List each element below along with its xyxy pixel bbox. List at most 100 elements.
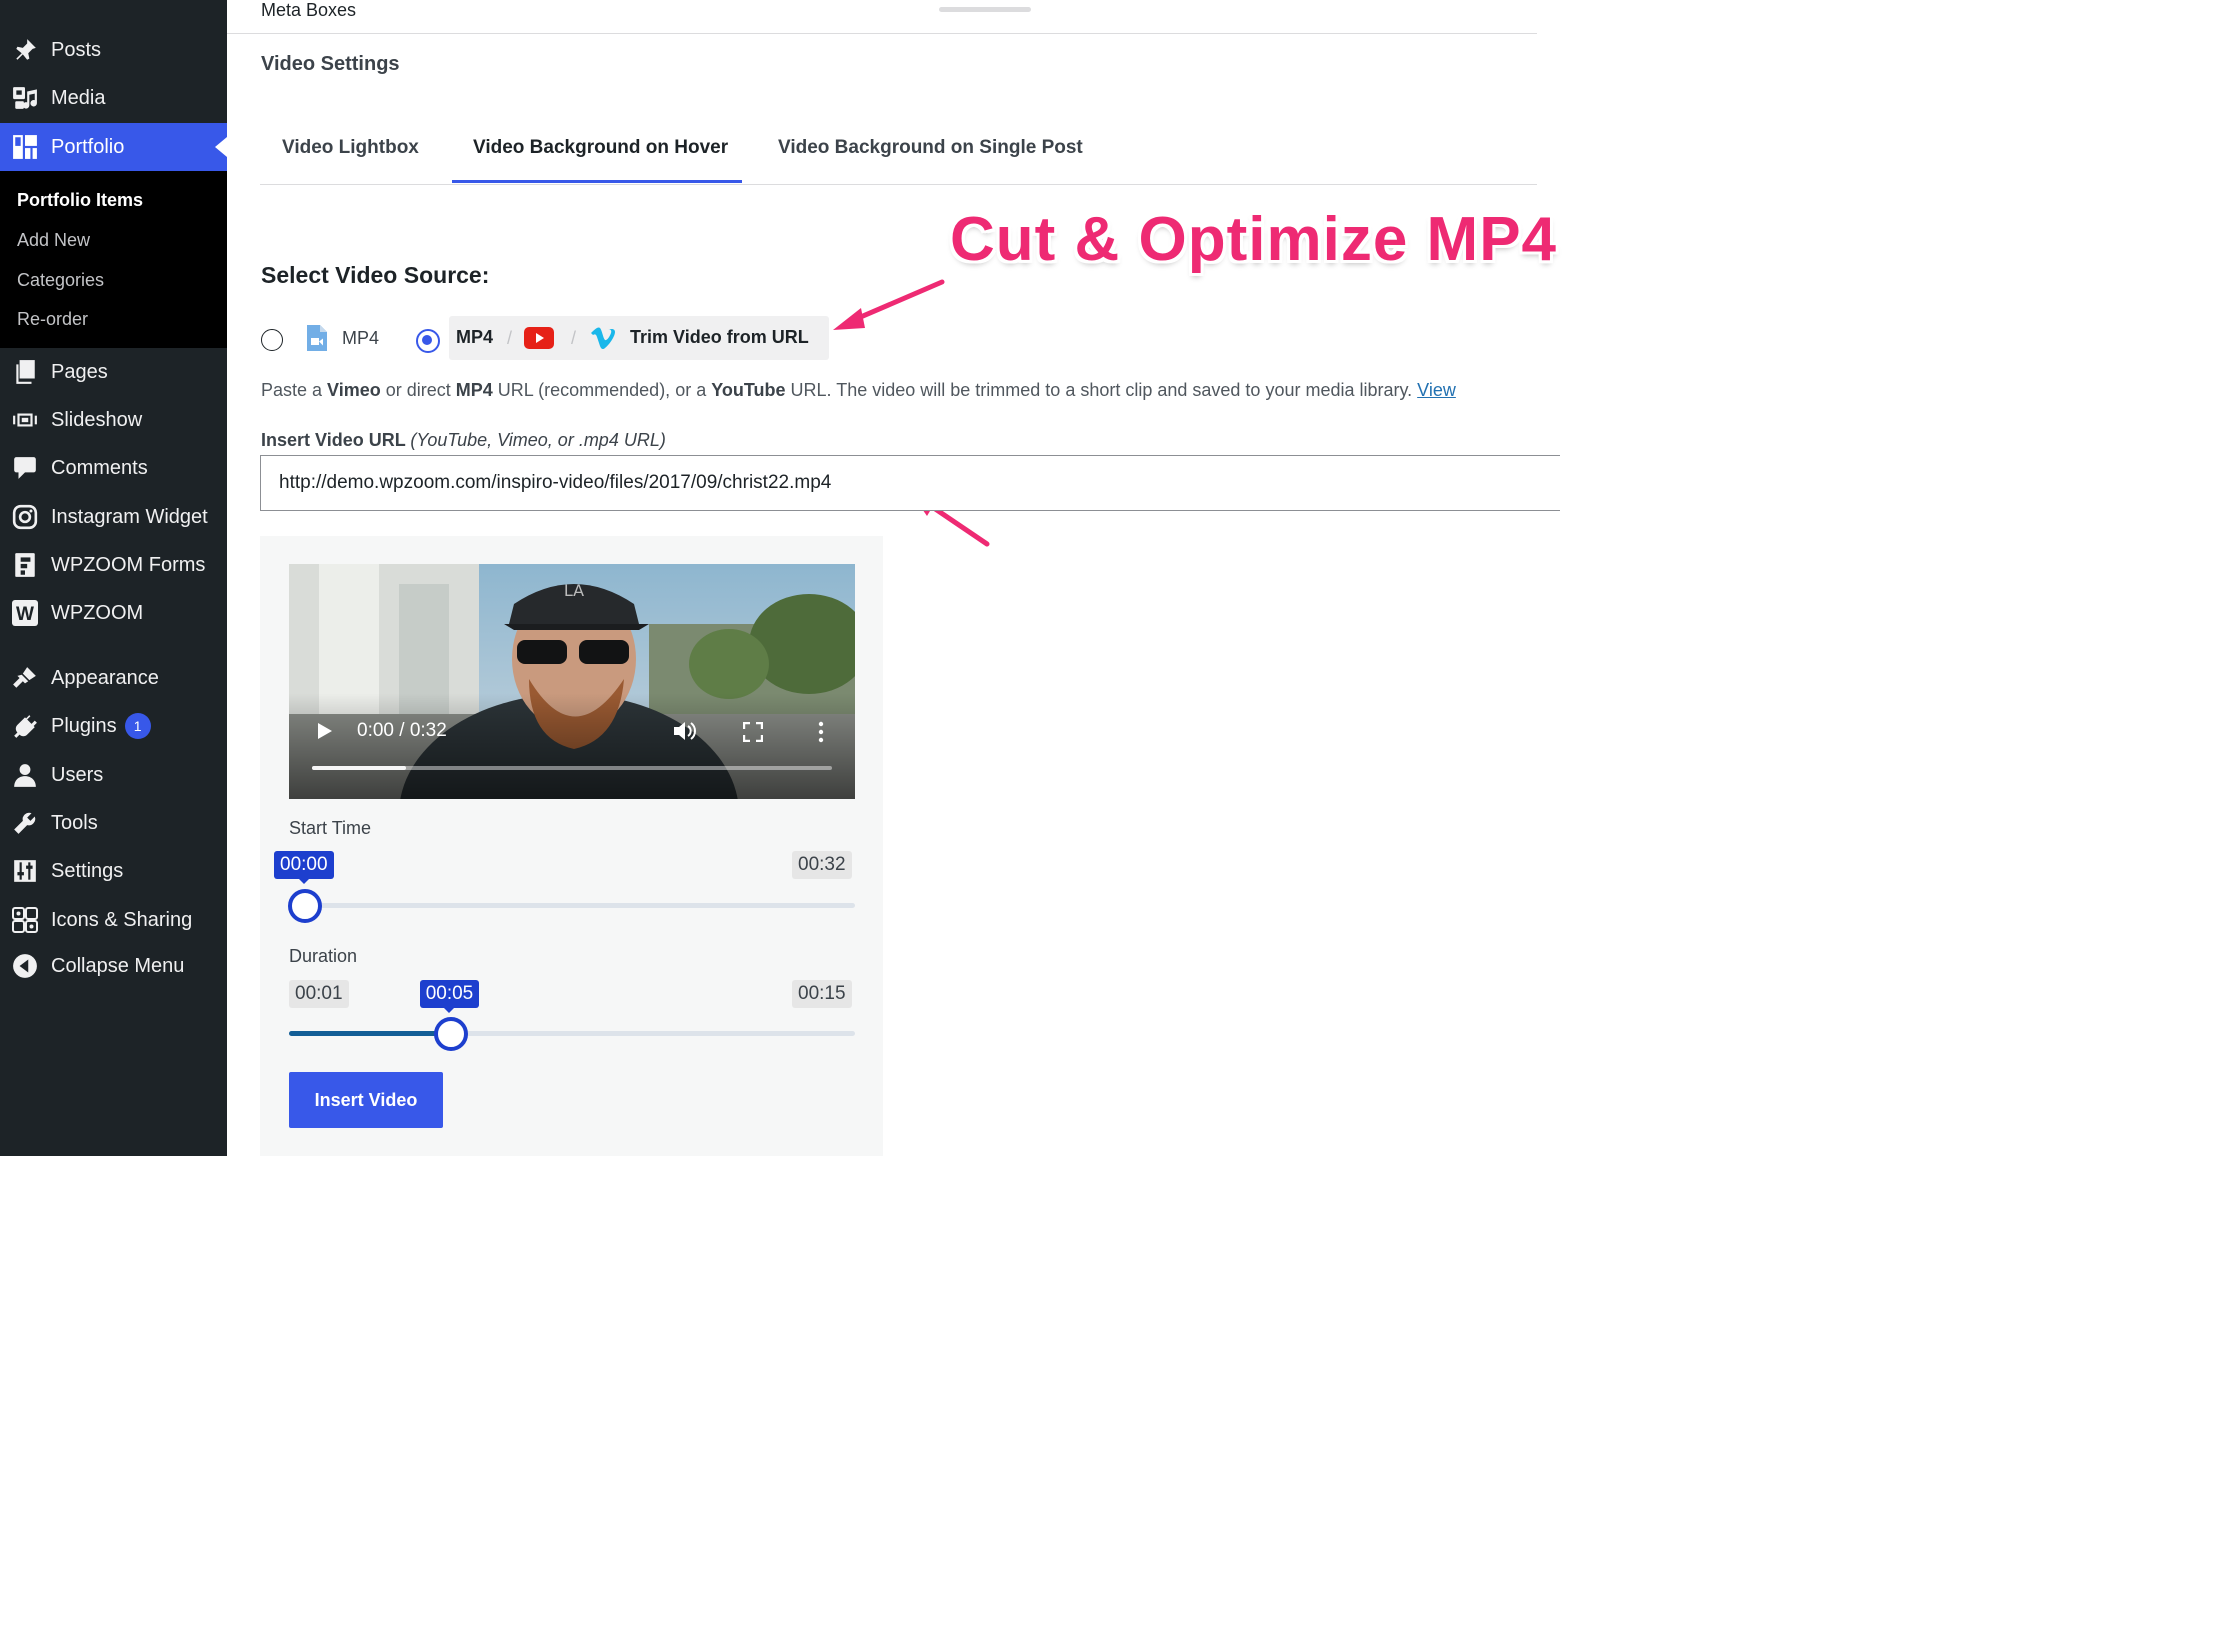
- menu-settings[interactable]: Settings: [0, 847, 227, 895]
- menu-label: Pages: [51, 360, 108, 383]
- source-heading: Select Video Source:: [261, 262, 490, 288]
- brush-icon: [12, 665, 38, 691]
- menu-label: Settings: [51, 859, 124, 882]
- menu-tools[interactable]: Tools: [0, 799, 227, 847]
- section-title: Video Settings: [261, 53, 400, 75]
- menu-label: WPZOOM: [51, 601, 144, 624]
- youtube-icon: [524, 327, 554, 349]
- help-text-vimeo: Vimeo: [327, 380, 381, 400]
- vimeo-icon: [591, 327, 615, 350]
- more-options-icon[interactable]: [815, 721, 827, 743]
- menu-media[interactable]: Media: [0, 74, 227, 122]
- menu-label: Appearance: [51, 666, 159, 689]
- menu-label: Instagram Widget: [51, 505, 208, 528]
- view-media-link[interactable]: View: [1417, 380, 1456, 400]
- forms-icon: [12, 552, 38, 578]
- menu-label: Icons & Sharing: [51, 908, 193, 931]
- video-url-input[interactable]: [260, 455, 1560, 511]
- menu-instagram-widget[interactable]: Instagram Widget: [0, 493, 227, 541]
- portfolio-icon: [12, 134, 38, 160]
- menu-posts[interactable]: Posts: [0, 26, 227, 74]
- file-video-icon: [307, 325, 327, 351]
- start-time-value: 00:00: [274, 851, 334, 884]
- source-label-mp4: MP4: [342, 328, 380, 348]
- menu-label: Posts: [51, 38, 102, 61]
- video-time: 0:00 / 0:32: [357, 720, 447, 741]
- pages-icon: [12, 359, 38, 385]
- duration-fill: [289, 1031, 451, 1036]
- menu-label: Media: [51, 86, 106, 109]
- url-label-hint: (YouTube, Vimeo, or .mp4 URL): [410, 430, 666, 450]
- menu-comments[interactable]: Comments: [0, 444, 227, 492]
- menu-users[interactable]: Users: [0, 751, 227, 799]
- portfolio-submenu: Portfolio Items Add New Categories Re-or…: [0, 171, 227, 348]
- user-icon: [12, 762, 38, 788]
- url-field-label: Insert Video URL (YouTube, Vimeo, or .mp…: [261, 430, 666, 451]
- menu-label: Users: [51, 763, 104, 786]
- metabox-title: Meta Boxes: [261, 0, 357, 20]
- settings-icon: [12, 858, 38, 884]
- start-time-max: 00:32: [792, 851, 852, 879]
- tab-video-lightbox[interactable]: Video Lightbox: [282, 137, 419, 159]
- annotation-arrow-icon: [833, 279, 945, 330]
- submenu-re-order[interactable]: Re-order: [17, 309, 88, 330]
- video-frame: LA: [289, 564, 855, 799]
- help-text-part: URL (recommended), or a: [492, 380, 712, 400]
- plug-icon: [12, 713, 38, 739]
- menu-slideshow[interactable]: Slideshow: [0, 396, 227, 444]
- menu-portfolio[interactable]: Portfolio: [0, 123, 227, 171]
- comment-icon: [12, 455, 38, 481]
- menu-wpzoom-forms[interactable]: WPZOOM Forms: [0, 541, 227, 589]
- insert-video-button[interactable]: Insert Video: [289, 1072, 443, 1128]
- menu-label: Comments: [51, 456, 148, 479]
- main-content: Meta Boxes Video Settings Video Lightbox…: [227, 0, 1568, 1156]
- active-tab-indicator: [452, 180, 742, 183]
- play-icon[interactable]: [317, 722, 333, 740]
- menu-collapse[interactable]: Collapse Menu: [0, 942, 227, 990]
- wrench-icon: [12, 810, 38, 836]
- wpzoom-icon: W: [12, 600, 38, 626]
- menu-plugins[interactable]: Plugins 1: [0, 702, 227, 750]
- source-trim-mp4-label: MP4: [456, 327, 494, 347]
- metabox-drag-handle[interactable]: [939, 7, 1031, 12]
- submenu-add-new[interactable]: Add New: [17, 230, 90, 251]
- menu-label: Portfolio: [51, 135, 125, 158]
- tab-video-background-hover[interactable]: Video Background on Hover: [473, 137, 728, 159]
- duration-label: Duration: [289, 946, 358, 966]
- video-player[interactable]: LA 0:00 / 0:32: [289, 564, 855, 799]
- pin-icon: [12, 37, 38, 63]
- divider: [260, 184, 1537, 185]
- help-text-part: Paste a: [261, 380, 328, 400]
- menu-label: Tools: [51, 811, 98, 834]
- duration-min: 00:01: [289, 980, 349, 1008]
- source-trim-label: Trim Video from URL: [630, 327, 809, 347]
- duration-thumb[interactable]: [433, 1017, 468, 1051]
- fullscreen-icon[interactable]: [743, 722, 763, 742]
- instagram-icon: [12, 504, 38, 530]
- volume-icon[interactable]: [673, 720, 697, 742]
- menu-pages[interactable]: Pages: [0, 348, 227, 396]
- start-time-thumb[interactable]: [288, 889, 322, 923]
- start-time-label: Start Time: [289, 818, 372, 838]
- help-text-mp4: MP4: [455, 380, 493, 400]
- source-help-text: Paste a Vimeo or direct MP4 URL (recomme…: [261, 380, 1456, 401]
- help-text-youtube: YouTube: [711, 380, 786, 400]
- divider: [227, 33, 1537, 34]
- submenu-categories[interactable]: Categories: [17, 270, 104, 291]
- menu-wpzoom[interactable]: W WPZOOM: [0, 589, 227, 637]
- url-label-text: Insert Video URL: [261, 430, 406, 450]
- menu-appearance[interactable]: Appearance: [0, 654, 227, 702]
- source-radio-mp4[interactable]: [261, 329, 283, 351]
- menu-icons-sharing[interactable]: Icons & Sharing: [0, 896, 227, 944]
- start-time-track[interactable]: [289, 903, 855, 908]
- media-icon: [12, 85, 38, 111]
- collapse-icon: [12, 953, 38, 979]
- source-radio-trim[interactable]: [416, 329, 440, 353]
- duration-value: 00:05: [419, 980, 480, 1013]
- menu-label: WPZOOM Forms: [51, 553, 206, 576]
- submenu-portfolio-items[interactable]: Portfolio Items: [17, 190, 143, 211]
- video-progress-fill: [312, 766, 406, 770]
- tab-video-background-single[interactable]: Video Background on Single Post: [778, 137, 1083, 159]
- share-icon: [12, 907, 38, 933]
- duration-max: 00:15: [792, 980, 852, 1008]
